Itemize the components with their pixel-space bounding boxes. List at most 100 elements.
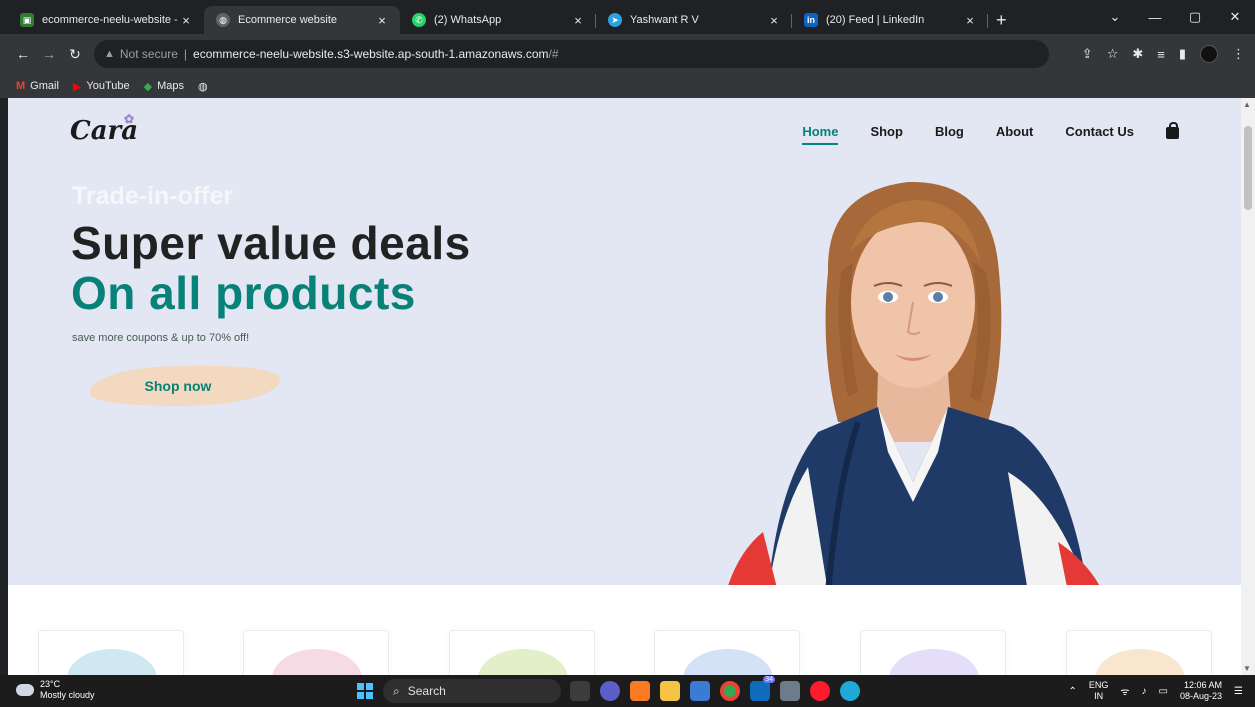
feature-illustration — [1095, 649, 1185, 675]
task-view-icon[interactable] — [570, 681, 590, 701]
scrollbar-thumb[interactable] — [1244, 126, 1252, 210]
wifi-icon[interactable]: ᯤ — [1120, 684, 1129, 698]
cara-logo[interactable]: Cara ✿ — [70, 112, 138, 146]
telegram-favicon-icon: ➤ — [608, 13, 622, 27]
tab-bar: ▣ ecommerce-neelu-website - S3 b × ◍ Eco… — [0, 0, 1255, 34]
bookmark-maps[interactable]: ◆ Maps — [144, 80, 184, 93]
notifications-icon[interactable]: ☰ — [1234, 686, 1243, 697]
shopping-bag-icon[interactable] — [1166, 122, 1179, 139]
share-icon[interactable]: ⇪ — [1082, 46, 1093, 62]
globe-favicon-icon: ◍ — [216, 13, 230, 27]
tab-title: Ecommerce website — [238, 14, 338, 26]
feature-illustration — [272, 649, 362, 675]
warning-icon[interactable]: ▲ — [104, 48, 115, 60]
url-host: ecommerce-neelu-website.s3-website.ap-so… — [193, 47, 549, 61]
feature-illustration — [683, 649, 773, 675]
language-indicator[interactable]: ENG IN — [1089, 680, 1109, 702]
taskbar-apps: 34 — [570, 676, 860, 701]
tab-linkedin[interactable]: in (20) Feed | LinkedIn × — [792, 6, 988, 34]
tab-s3-console[interactable]: ▣ ecommerce-neelu-website - S3 b × — [8, 6, 204, 34]
close-window-icon[interactable]: ✕ — [1215, 9, 1255, 25]
tab-close-icon[interactable]: × — [374, 13, 390, 28]
edge-icon[interactable] — [840, 681, 860, 701]
hero-headline: Super value deals — [71, 217, 471, 269]
bookmark-youtube[interactable]: ▶ YouTube — [73, 80, 130, 93]
store-icon[interactable] — [690, 681, 710, 701]
features-section — [8, 585, 1241, 675]
gmail-icon: M — [16, 80, 26, 92]
feature-card — [860, 630, 1006, 675]
clock-time: 12:06 AM — [1184, 680, 1223, 690]
address-bar[interactable]: ▲ Not secure | ecommerce-neelu-website.s… — [94, 40, 1049, 68]
tab-search-icon[interactable]: ⌄ — [1095, 9, 1135, 25]
search-label: Search — [407, 684, 446, 698]
mail-icon[interactable]: 34 — [750, 676, 775, 701]
bookmark-globe[interactable]: ◍ — [198, 80, 208, 93]
battery-icon[interactable]: ▭ — [1159, 686, 1168, 697]
nav-contact-us[interactable]: Contact Us — [1065, 124, 1134, 139]
tray-chevron-icon[interactable]: ⌃ — [1069, 686, 1077, 697]
nav-shop[interactable]: Shop — [870, 124, 903, 139]
profile-avatar[interactable] — [1200, 45, 1218, 63]
menu-kebab-icon[interactable]: ⋮ — [1232, 46, 1245, 62]
globe-icon: ◍ — [197, 80, 208, 93]
file-explorer-icon[interactable] — [660, 681, 680, 701]
maximize-icon[interactable]: ▢ — [1175, 9, 1215, 25]
tab-close-icon[interactable]: × — [178, 13, 194, 28]
tab-close-icon[interactable]: × — [766, 13, 782, 28]
system-tray: ⌃ ENG IN ᯤ ♪ ▭ 12:06 AM 08-Aug-23 ☰ — [1069, 675, 1244, 707]
lang-code: ENG — [1088, 680, 1109, 690]
hero-section: Trade-in-offer Super value deals On all … — [8, 164, 1241, 585]
nav-about[interactable]: About — [996, 124, 1034, 139]
tab-telegram[interactable]: ➤ Yashwant R V × — [596, 6, 792, 34]
nav-blog[interactable]: Blog — [935, 124, 964, 139]
hero-subtext: save more coupons & up to 70% off! — [72, 332, 250, 344]
reading-list-icon[interactable]: ≡ — [1157, 47, 1165, 62]
hero-kicker: Trade-in-offer — [72, 182, 234, 210]
tab-separator — [987, 14, 988, 28]
side-panel-icon[interactable]: ▮ — [1179, 46, 1186, 62]
camera-icon[interactable] — [780, 681, 800, 701]
clock[interactable]: 12:06 AM 08-Aug-23 — [1180, 680, 1222, 702]
tab-title: ecommerce-neelu-website - S3 b — [42, 14, 178, 26]
lavender-sprig-icon: ✿ — [124, 112, 135, 126]
back-icon[interactable]: ← — [10, 46, 36, 62]
scroll-up-icon[interactable]: ▲ — [1243, 100, 1251, 109]
windows-start-icon[interactable] — [357, 683, 373, 699]
chrome-icon[interactable] — [720, 681, 740, 701]
weather-text: 23°C Mostly cloudy — [40, 679, 95, 701]
new-tab-button[interactable]: + — [996, 6, 1007, 34]
shop-now-button[interactable]: Shop now — [72, 362, 284, 410]
meet-icon[interactable] — [600, 681, 620, 701]
hero-model-image — [728, 182, 1100, 585]
tab-ecommerce-website[interactable]: ◍ Ecommerce website × — [204, 6, 400, 34]
taskbar-search[interactable]: ⌕ Search — [383, 679, 561, 703]
xampp-icon[interactable] — [630, 681, 650, 701]
bookmark-gmail[interactable]: M Gmail — [16, 80, 59, 92]
reload-icon[interactable]: ↻ — [62, 46, 88, 63]
scroll-down-icon[interactable]: ▼ — [1243, 664, 1251, 673]
extensions-icon[interactable]: ✱ — [1132, 46, 1143, 62]
minimize-icon[interactable]: — — [1135, 10, 1175, 25]
forward-icon[interactable]: → — [36, 46, 62, 62]
weather-widget[interactable]: 23°C Mostly cloudy — [13, 679, 95, 701]
window-controls: ⌄ — ▢ ✕ — [1095, 0, 1255, 34]
tab-close-icon[interactable]: × — [570, 13, 586, 28]
feature-card — [654, 630, 800, 675]
shop-now-label: Shop now — [144, 378, 212, 394]
feature-illustration — [67, 649, 157, 675]
page-viewport: Cara ✿ Home Shop Blog About Contact Us T… — [8, 98, 1241, 675]
opera-icon[interactable] — [810, 681, 830, 701]
weather-temp: 23°C — [40, 679, 61, 689]
windows-taskbar: 23°C Mostly cloudy ⌕ Search 34 ⌃ ENG IN … — [0, 675, 1255, 707]
tab-title: Yashwant R V — [630, 14, 699, 26]
page-scrollbar[interactable]: ▲ ▼ — [1241, 98, 1255, 675]
tab-whatsapp[interactable]: ✆ (2) WhatsApp × — [400, 6, 596, 34]
nav-home[interactable]: Home — [802, 124, 839, 145]
volume-icon[interactable]: ♪ — [1142, 686, 1147, 697]
s3-favicon-icon: ▣ — [20, 13, 34, 27]
mail-badge: 34 — [763, 676, 775, 683]
tab-close-icon[interactable]: × — [962, 13, 978, 28]
weather-condition: Mostly cloudy — [40, 690, 95, 700]
bookmark-star-icon[interactable]: ☆ — [1107, 46, 1119, 62]
